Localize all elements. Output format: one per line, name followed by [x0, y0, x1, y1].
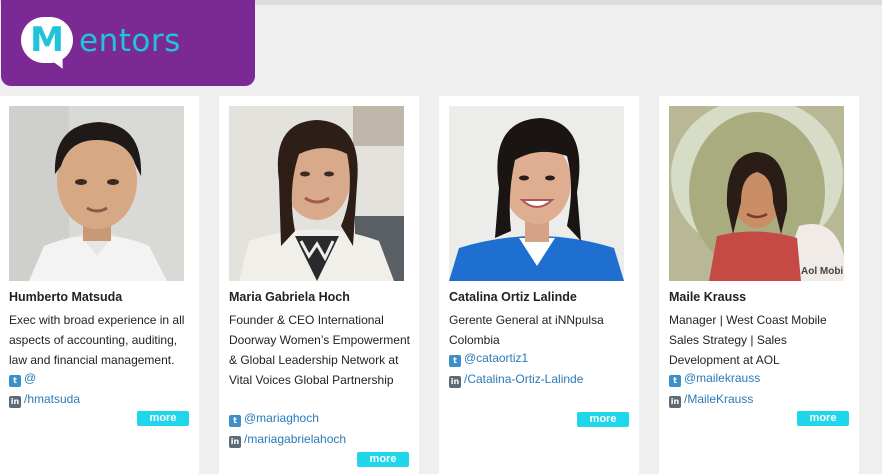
twitter-icon: t: [669, 375, 681, 387]
twitter-row[interactable]: t @mailekrauss: [669, 368, 760, 388]
more-button[interactable]: more: [797, 411, 849, 426]
more-button[interactable]: more: [577, 412, 629, 427]
twitter-row[interactable]: t @cataortiz1: [449, 348, 528, 368]
twitter-link[interactable]: @mariaghoch: [244, 411, 319, 425]
twitter-row[interactable]: t @: [9, 368, 36, 388]
mentor-photo[interactable]: [669, 106, 844, 281]
mentor-bio: Founder & CEO International Doorway Wome…: [229, 313, 410, 387]
mentor-photo-image: [669, 106, 844, 281]
mentor-bio: Manager | West Coast Mobile Sales Strate…: [669, 313, 827, 367]
twitter-link[interactable]: @mailekrauss: [684, 371, 760, 385]
mentors-header: M entors: [1, 0, 255, 86]
mentor-photo[interactable]: [9, 106, 184, 281]
mentor-name: Maile Krauss: [669, 290, 747, 304]
mentor-photo-image: [9, 106, 184, 281]
photo-watermark: Aol Mobi: [801, 266, 844, 277]
mentor-photo-image: [449, 106, 624, 281]
linkedin-row[interactable]: in/Catalina-Ortiz-Lalinde: [449, 369, 583, 389]
mentor-name: Catalina Ortiz Lalinde: [449, 290, 577, 304]
linkedin-icon: in: [669, 396, 681, 408]
mentor-photo[interactable]: [449, 106, 624, 281]
linkedin-icon: in: [229, 436, 241, 448]
logo-letter: M: [30, 20, 64, 60]
more-button[interactable]: more: [357, 452, 409, 467]
mentor-card: Catalina Ortiz Lalinde Gerente General a…: [439, 96, 639, 474]
twitter-row[interactable]: t @mariaghoch: [229, 408, 319, 428]
linkedin-row[interactable]: in/hmatsuda: [9, 389, 80, 409]
linkedin-row[interactable]: in/mariagabrielahoch: [229, 429, 346, 449]
mentor-bio: Exec with broad experience in all aspect…: [9, 313, 185, 367]
linkedin-link[interactable]: /Catalina-Ortiz-Lalinde: [464, 372, 583, 386]
mentor-card: Humberto Matsuda Exec with broad experie…: [0, 96, 199, 474]
twitter-link[interactable]: @: [24, 371, 36, 385]
more-button[interactable]: more: [137, 411, 189, 426]
mentor-photo-image: [229, 106, 404, 281]
linkedin-link[interactable]: /hmatsuda: [24, 392, 80, 406]
twitter-icon: t: [449, 355, 461, 367]
mentor-card: Maria Gabriela Hoch Founder & CEO Intern…: [219, 96, 419, 474]
twitter-icon: t: [229, 415, 241, 427]
linkedin-row[interactable]: in/MaileKrauss: [669, 389, 753, 409]
linkedin-icon: in: [449, 376, 461, 388]
twitter-icon: t: [9, 375, 21, 387]
linkedin-link[interactable]: /mariagabrielahoch: [244, 432, 346, 446]
mentor-bio: Gerente General at iNNpulsa Colombia: [449, 313, 604, 347]
linkedin-icon: in: [9, 396, 21, 408]
mentor-name: Maria Gabriela Hoch: [229, 290, 350, 304]
twitter-link[interactable]: @cataortiz1: [464, 351, 528, 365]
linkedin-link[interactable]: /MaileKrauss: [684, 392, 753, 406]
mentor-name: Humberto Matsuda: [9, 290, 123, 304]
section-title: entors: [79, 23, 181, 59]
mentor-card: Aol Mobi Maile Krauss Manager | West Coa…: [659, 96, 859, 474]
mentor-photo[interactable]: [229, 106, 404, 281]
